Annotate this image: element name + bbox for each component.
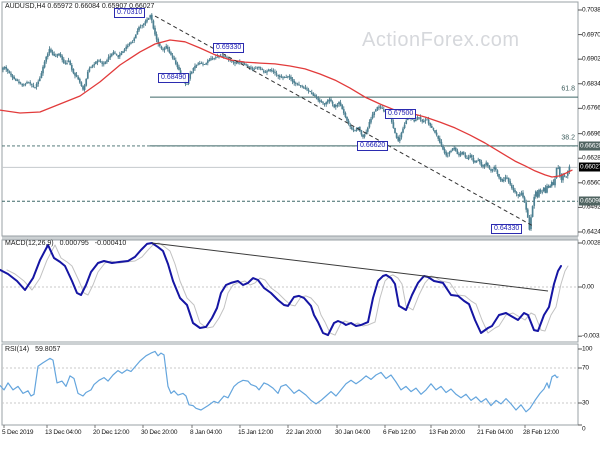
time-axis-label: 13 Dec 04:00 — [45, 429, 82, 436]
level-price-badge: 0.65090 — [579, 196, 600, 206]
time-axis-label: 6 Feb 12:00 — [383, 429, 416, 436]
time-axis-label: 20 Dec 12:00 — [93, 429, 130, 436]
macd-axis-label: -0.003141 — [582, 332, 600, 340]
price-annotation-box: 0.64330 — [491, 223, 523, 234]
price-axis-label: 0.68340 — [582, 80, 600, 88]
price-axis-label: 0.66280 — [582, 154, 600, 162]
rsi-value: 59.8057 — [35, 346, 61, 353]
watermark: ActionForex.com — [362, 29, 520, 51]
macd-main-line — [0, 242, 562, 337]
time-axis-label: 21 Feb 04:00 — [477, 429, 513, 436]
price-axis-label: 0.65600 — [582, 179, 600, 187]
level-price-badge: 0.66620 — [579, 141, 600, 151]
price-axis-label: 0.69020 — [582, 55, 600, 63]
price-annotation-box: 0.67500 — [385, 109, 417, 120]
chart-window: AUDUSD,H4 0.65972 0.66084 0.65907 0.6602… — [0, 0, 600, 450]
macd-axis-label: 0.00281 — [582, 239, 600, 247]
rsi-axis-label: 100 — [582, 345, 593, 353]
macd-title: MACD(12,26,9) — [5, 240, 54, 247]
macd-trendline — [151, 242, 549, 292]
last-price-badge: 0.66027 — [579, 162, 600, 172]
price-axis-label: 0.69700 — [582, 31, 600, 39]
price-axis-label: 0.66960 — [582, 130, 600, 138]
time-axis-label: 8 Jan 04:00 — [190, 429, 222, 436]
rsi-axis-label: 30 — [582, 399, 589, 407]
price-axis-label: 0.64240 — [582, 228, 600, 236]
rsi-title: RSI(14) — [5, 346, 30, 353]
macd-value-main: 0.000795 — [59, 240, 89, 247]
time-axis-label: 30 Dec 20:00 — [141, 429, 178, 436]
rsi-axis-label: 0 — [582, 425, 586, 433]
time-axis-label: 13 Feb 20:00 — [429, 429, 465, 436]
price-axis-label: 0.67660 — [582, 104, 600, 112]
price-annotation-box: 0.68490 — [158, 73, 190, 84]
rsi-header: RSI(14) 59.8057 — [5, 346, 64, 353]
price-annotation-box: 0.69330 — [213, 42, 245, 53]
moving-average-line — [0, 39, 573, 178]
time-axis-label: 15 Jan 12:00 — [238, 429, 274, 436]
time-axis-label: 5 Dec 2019 — [2, 429, 34, 436]
price-annotation-box: 0.66620 — [357, 140, 389, 151]
rsi-panel-frame — [1, 343, 579, 426]
fib-level-label: 61.8 — [561, 85, 575, 93]
macd-value-signal: -0.000410 — [94, 240, 127, 247]
price-annotation-box: 0.70310 — [114, 7, 146, 18]
rsi-axis-label: 70 — [582, 364, 589, 372]
time-axis-label: 28 Feb 12:00 — [523, 429, 559, 436]
time-axis-label: 30 Jan 04:00 — [335, 429, 371, 436]
panel-separator — [2, 342, 578, 344]
price-axis-label: 0.70380 — [582, 6, 600, 14]
macd-signal-line — [6, 242, 569, 336]
macd-axis-label: 0.00 — [582, 283, 594, 291]
time-axis-label: 22 Jan 20:00 — [286, 429, 322, 436]
fib-level-label: 38.2 — [561, 134, 575, 142]
macd-header: MACD(12,26,9) 0.000795 -0.000410 — [5, 240, 130, 247]
